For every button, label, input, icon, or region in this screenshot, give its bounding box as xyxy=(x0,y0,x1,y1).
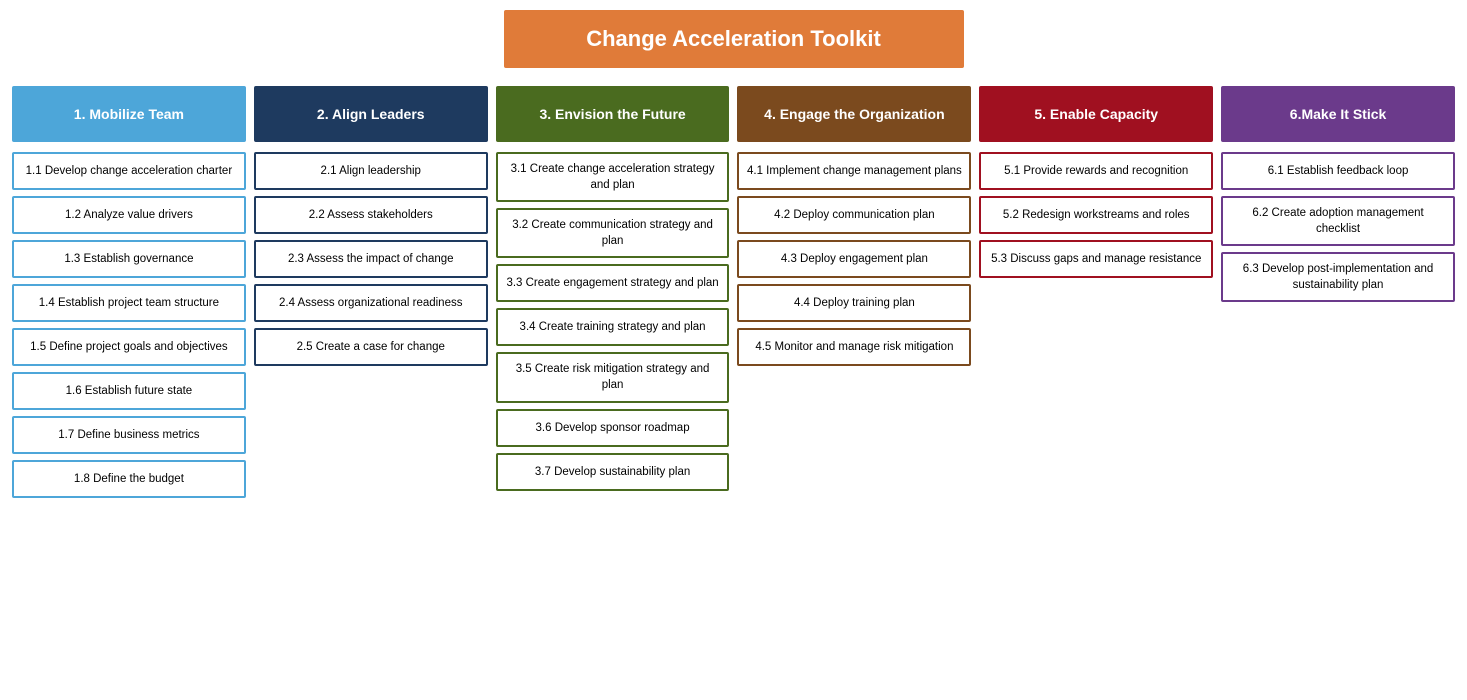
columns-row: 1. Mobilize Team 1.1 Develop change accel… xyxy=(8,86,1459,504)
col-header-col5: 5. Enable Capacity xyxy=(979,86,1213,142)
item-col4-1[interactable]: 4.1 Implement change management plans xyxy=(737,152,971,190)
item-col2-1[interactable]: 2.1 Align leadership xyxy=(254,152,488,190)
column-col2: 2. Align Leaders 2.1 Align leadership 2.2 … xyxy=(250,86,492,372)
item-col5-1[interactable]: 5.1 Provide rewards and recognition xyxy=(979,152,1213,190)
item-col1-2[interactable]: 1.2 Analyze value drivers xyxy=(12,196,246,234)
page-title: Change Acceleration Toolkit xyxy=(504,10,964,68)
item-col3-6[interactable]: 3.6 Develop sponsor roadmap xyxy=(496,409,730,447)
item-col1-1[interactable]: 1.1 Develop change acceleration charter xyxy=(12,152,246,190)
item-col1-3[interactable]: 1.3 Establish governance xyxy=(12,240,246,278)
item-col1-4[interactable]: 1.4 Establish project team structure xyxy=(12,284,246,322)
item-col6-1[interactable]: 6.1 Establish feedback loop xyxy=(1221,152,1455,190)
item-col3-7[interactable]: 3.7 Develop sustainability plan xyxy=(496,453,730,491)
item-col3-4[interactable]: 3.4 Create training strategy and plan xyxy=(496,308,730,346)
col-header-col2: 2. Align Leaders xyxy=(254,86,488,142)
column-col1: 1. Mobilize Team 1.1 Develop change accel… xyxy=(8,86,250,504)
item-col4-4[interactable]: 4.4 Deploy training plan xyxy=(737,284,971,322)
item-col2-4[interactable]: 2.4 Assess organizational readiness xyxy=(254,284,488,322)
item-col5-3[interactable]: 5.3 Discuss gaps and manage resistance xyxy=(979,240,1213,278)
col-header-col6: 6.Make It Stick xyxy=(1221,86,1455,142)
col-header-col1: 1. Mobilize Team xyxy=(12,86,246,142)
item-col3-5[interactable]: 3.5 Create risk mitigation strategy and … xyxy=(496,352,730,402)
column-col3: 3. Envision the Future 3.1 Create change … xyxy=(492,86,734,497)
item-col3-2[interactable]: 3.2 Create communication strategy and pl… xyxy=(496,208,730,258)
item-col2-3[interactable]: 2.3 Assess the impact of change xyxy=(254,240,488,278)
item-col2-5[interactable]: 2.5 Create a case for change xyxy=(254,328,488,366)
item-col3-1[interactable]: 3.1 Create change acceleration strategy … xyxy=(496,152,730,202)
item-col4-5[interactable]: 4.5 Monitor and manage risk mitigation xyxy=(737,328,971,366)
column-col4: 4. Engage the Organization 4.1 Implement … xyxy=(733,86,975,372)
item-col3-3[interactable]: 3.3 Create engagement strategy and plan xyxy=(496,264,730,302)
item-col4-3[interactable]: 4.3 Deploy engagement plan xyxy=(737,240,971,278)
col-header-col3: 3. Envision the Future xyxy=(496,86,730,142)
item-col1-6[interactable]: 1.6 Establish future state xyxy=(12,372,246,410)
column-col6: 6.Make It Stick 6.1 Establish feedback lo… xyxy=(1217,86,1459,308)
item-col2-2[interactable]: 2.2 Assess stakeholders xyxy=(254,196,488,234)
item-col4-2[interactable]: 4.2 Deploy communication plan xyxy=(737,196,971,234)
item-col6-2[interactable]: 6.2 Create adoption management checklist xyxy=(1221,196,1455,246)
item-col5-2[interactable]: 5.2 Redesign workstreams and roles xyxy=(979,196,1213,234)
column-col5: 5. Enable Capacity 5.1 Provide rewards an… xyxy=(975,86,1217,284)
item-col6-3[interactable]: 6.3 Develop post-implementation and sust… xyxy=(1221,252,1455,302)
item-col1-8[interactable]: 1.8 Define the budget xyxy=(12,460,246,498)
col-header-col4: 4. Engage the Organization xyxy=(737,86,971,142)
item-col1-7[interactable]: 1.7 Define business metrics xyxy=(12,416,246,454)
page-wrapper: Change Acceleration Toolkit 1. Mobilize … xyxy=(0,0,1467,514)
item-col1-5[interactable]: 1.5 Define project goals and objectives xyxy=(12,328,246,366)
